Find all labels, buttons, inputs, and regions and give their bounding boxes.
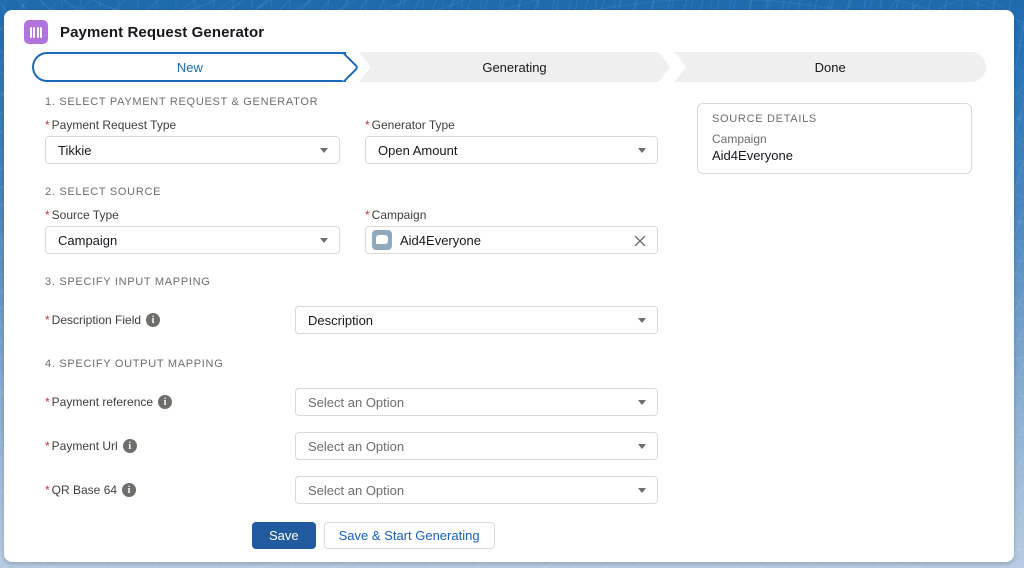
- info-icon[interactable]: [158, 395, 172, 409]
- save-button[interactable]: Save: [252, 522, 316, 549]
- chevron-down-icon: [638, 318, 646, 323]
- chevron-down-icon: [320, 148, 328, 153]
- description-field-combobox[interactable]: Description: [295, 306, 658, 334]
- page-title: Payment Request Generator: [60, 24, 264, 41]
- description-field-value: Description: [308, 313, 373, 328]
- source-type-field: Source Type Campaign: [45, 208, 340, 254]
- generator-type-value: Open Amount: [378, 143, 458, 158]
- section-title-select-source: 2. SELECT SOURCE: [45, 186, 974, 198]
- info-icon[interactable]: [123, 439, 137, 453]
- payment-request-generator-card: Payment Request Generator New Generating…: [4, 10, 1014, 562]
- generator-type-field: Generator Type Open Amount: [365, 118, 658, 164]
- campaign-selected-pill[interactable]: Aid4Everyone: [365, 226, 658, 254]
- payment-request-type-label: Payment Request Type: [45, 118, 340, 132]
- generator-type-label: Generator Type: [365, 118, 658, 132]
- source-type-label: Source Type: [45, 208, 340, 222]
- section-title-output-mapping: 4. SPECIFY OUTPUT MAPPING: [45, 358, 974, 370]
- payment-url-label: Payment Url: [45, 439, 118, 453]
- path-stage-done-label: Done: [815, 60, 846, 75]
- path-stage-new[interactable]: New: [32, 52, 346, 82]
- campaign-label: Campaign: [365, 208, 658, 222]
- payment-reference-label: Payment reference: [45, 395, 153, 409]
- save-and-start-generating-button[interactable]: Save & Start Generating: [324, 522, 495, 549]
- path-stage-generating[interactable]: Generating: [359, 52, 671, 82]
- payment-request-type-combobox[interactable]: Tikkie: [45, 136, 340, 164]
- clear-selection-icon[interactable]: [633, 234, 647, 248]
- payment-reference-placeholder: Select an Option: [308, 395, 404, 410]
- path-stage-generating-label: Generating: [482, 60, 546, 75]
- campaign-field: Campaign Aid4Everyone: [365, 208, 658, 254]
- payment-url-combobox[interactable]: Select an Option: [295, 432, 658, 460]
- generator-type-combobox[interactable]: Open Amount: [365, 136, 658, 164]
- source-details-box: SOURCE DETAILS Campaign Aid4Everyone: [697, 103, 972, 174]
- chevron-down-icon: [320, 238, 328, 243]
- payment-url-placeholder: Select an Option: [308, 439, 404, 454]
- payment-request-type-field: Payment Request Type Tikkie: [45, 118, 340, 164]
- footer-actions: Save Save & Start Generating: [252, 522, 974, 549]
- section-title-input-mapping: 3. SPECIFY INPUT MAPPING: [45, 276, 974, 288]
- payment-reference-label-row: Payment reference: [45, 395, 295, 409]
- source-type-value: Campaign: [58, 233, 117, 248]
- progress-path: New Generating Done: [32, 52, 986, 82]
- payment-request-type-value: Tikkie: [58, 143, 91, 158]
- campaign-record-icon: [372, 230, 392, 250]
- chevron-down-icon: [638, 400, 646, 405]
- source-details-type: Campaign: [712, 131, 957, 147]
- qr-base64-label-row: QR Base 64: [45, 483, 295, 497]
- source-details-name: Aid4Everyone: [712, 147, 957, 165]
- path-stage-done[interactable]: Done: [674, 52, 986, 82]
- payment-url-label-row: Payment Url: [45, 439, 295, 453]
- description-field-label-row: Description Field: [45, 313, 295, 327]
- info-icon[interactable]: [122, 483, 136, 497]
- qr-base64-combobox[interactable]: Select an Option: [295, 476, 658, 504]
- path-stage-new-label: New: [177, 60, 203, 75]
- chevron-down-icon: [638, 148, 646, 153]
- payment-reference-combobox[interactable]: Select an Option: [295, 388, 658, 416]
- source-details-title: SOURCE DETAILS: [712, 113, 957, 125]
- chevron-down-icon: [638, 488, 646, 493]
- chevron-down-icon: [638, 444, 646, 449]
- qr-base64-placeholder: Select an Option: [308, 483, 404, 498]
- campaign-value: Aid4Everyone: [400, 233, 481, 248]
- info-icon[interactable]: [146, 313, 160, 327]
- payment-generator-icon: [24, 20, 48, 44]
- description-field-label: Description Field: [45, 313, 141, 327]
- qr-base64-label: QR Base 64: [45, 483, 117, 497]
- source-type-combobox[interactable]: Campaign: [45, 226, 340, 254]
- card-header: Payment Request Generator: [4, 10, 1014, 46]
